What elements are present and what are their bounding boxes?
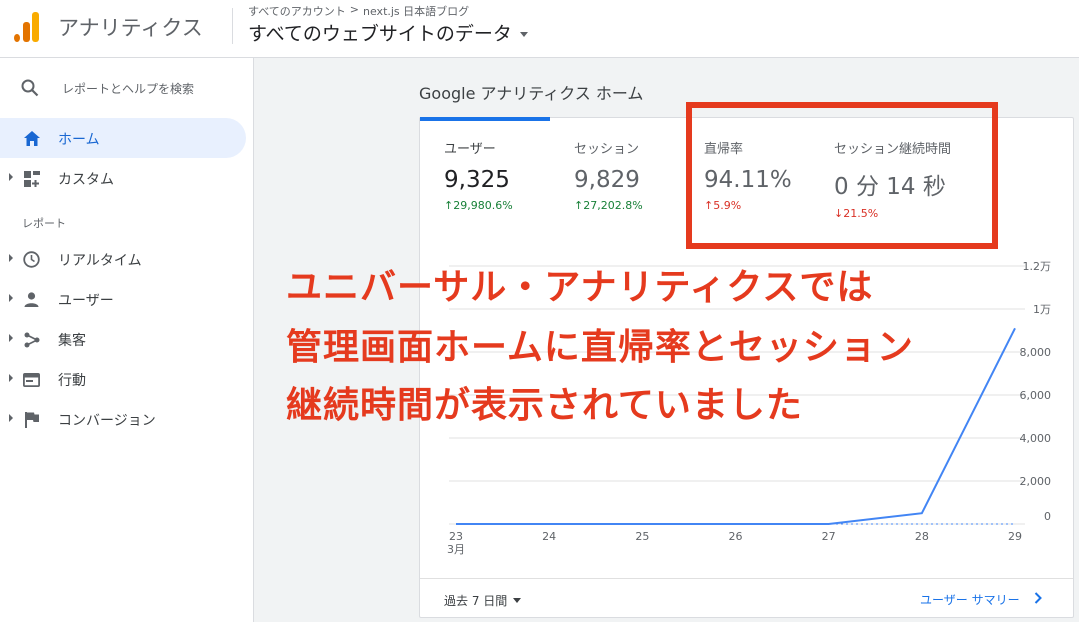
x-tick-sublabel: 3月 (447, 543, 465, 556)
y-tick-label: 6,000 (1020, 389, 1052, 402)
date-range-label: 過去 7 日間 (444, 594, 508, 608)
sidebar-item-label: 行動 (58, 373, 86, 389)
page-title: Google アナリティクス ホーム (419, 84, 644, 103)
search-placeholder: レポートとヘルプを検索 (62, 82, 195, 96)
sidebar-item-label: 集客 (58, 333, 86, 349)
analytics-logo-icon[interactable] (14, 10, 40, 42)
sidebar-item-label: コンバージョン (58, 413, 156, 429)
report-search[interactable]: レポートとヘルプを検索 (0, 72, 254, 104)
expand-arrow-icon (9, 374, 13, 382)
user-summary-link[interactable]: ユーザー サマリー (920, 591, 1042, 608)
y-tick-label: 4,000 (1020, 432, 1052, 445)
sidebar-item-label: ホーム (58, 132, 100, 148)
sidebar-item-home[interactable]: ホーム (0, 118, 246, 158)
flag-icon (23, 411, 40, 428)
sidebar-item-users[interactable]: ユーザー (0, 279, 246, 319)
annotation-line: 継続時間が表示されていました (286, 385, 803, 426)
x-tick-label: 27 (822, 530, 836, 543)
caret-down-icon (513, 598, 522, 603)
sidebar-item-realtime[interactable]: リアルタイム (0, 239, 246, 279)
header-divider (232, 8, 233, 44)
top-header: アナリティクス すべてのアカウント > next.js 日本語ブログ すべてのウ… (0, 0, 1079, 58)
chevron-right-icon (1034, 592, 1042, 607)
expand-arrow-icon (9, 334, 13, 342)
x-tick-label: 29 (1008, 530, 1022, 543)
x-tick-label: 26 (729, 530, 743, 543)
acquisition-icon (23, 331, 40, 348)
caret-down-icon (519, 32, 528, 37)
x-tick-label: 23 (449, 530, 463, 543)
y-tick-label: 1.2万 (1023, 260, 1052, 273)
view-selector-label: すべてのウェブサイトのデータ (248, 23, 512, 45)
y-tick-label: 1万 (1033, 303, 1051, 316)
behavior-icon (23, 371, 40, 388)
x-tick-label: 28 (915, 530, 929, 543)
expand-arrow-icon (9, 173, 13, 181)
x-tick-label: 25 (635, 530, 649, 543)
sidebar: レポートとヘルプを検索 ホーム カスタム レポート リアルタイム ユーザー 集客 (0, 58, 254, 622)
app-title: アナリティクス (58, 16, 203, 40)
annotation-line: ユニバーサル・アナリティクスでは (286, 267, 874, 308)
view-selector[interactable]: すべてのウェブサイトのデータ (248, 19, 528, 46)
y-tick-label: 2,000 (1020, 475, 1052, 488)
sidebar-item-custom[interactable]: カスタム (0, 158, 246, 198)
annotation-line: 管理画面ホームに直帰率とセッション (286, 327, 914, 368)
y-tick-label: 0 (1044, 510, 1051, 523)
sidebar-item-label: リアルタイム (58, 253, 142, 269)
breadcrumb-separator: > (349, 3, 360, 16)
sidebar-item-label: カスタム (58, 172, 114, 188)
card-footer-divider (420, 578, 1073, 579)
date-range-dropdown[interactable]: 過去 7 日間 (444, 592, 522, 609)
x-tick-label: 24 (542, 530, 556, 543)
home-icon (23, 130, 40, 147)
expand-arrow-icon (9, 254, 13, 262)
sidebar-item-acquisition[interactable]: 集客 (0, 319, 246, 359)
person-icon (23, 291, 40, 308)
sidebar-item-label: ユーザー (58, 293, 114, 309)
sidebar-item-behavior[interactable]: 行動 (0, 359, 246, 399)
search-icon (21, 79, 39, 101)
expand-arrow-icon (9, 294, 13, 302)
y-tick-label: 8,000 (1020, 346, 1052, 359)
section-label-reports: レポート (22, 217, 66, 230)
breadcrumb-property[interactable]: next.js 日本語ブログ (363, 3, 469, 19)
highlight-box (686, 102, 998, 249)
breadcrumb[interactable]: すべてのアカウント > next.js 日本語ブログ (248, 3, 469, 19)
dashboard-icon (23, 170, 40, 187)
user-summary-label: ユーザー サマリー (920, 593, 1020, 607)
clock-icon (23, 251, 40, 268)
breadcrumb-account[interactable]: すべてのアカウント (248, 3, 346, 19)
expand-arrow-icon (9, 414, 13, 422)
sidebar-item-conversions[interactable]: コンバージョン (0, 399, 246, 439)
